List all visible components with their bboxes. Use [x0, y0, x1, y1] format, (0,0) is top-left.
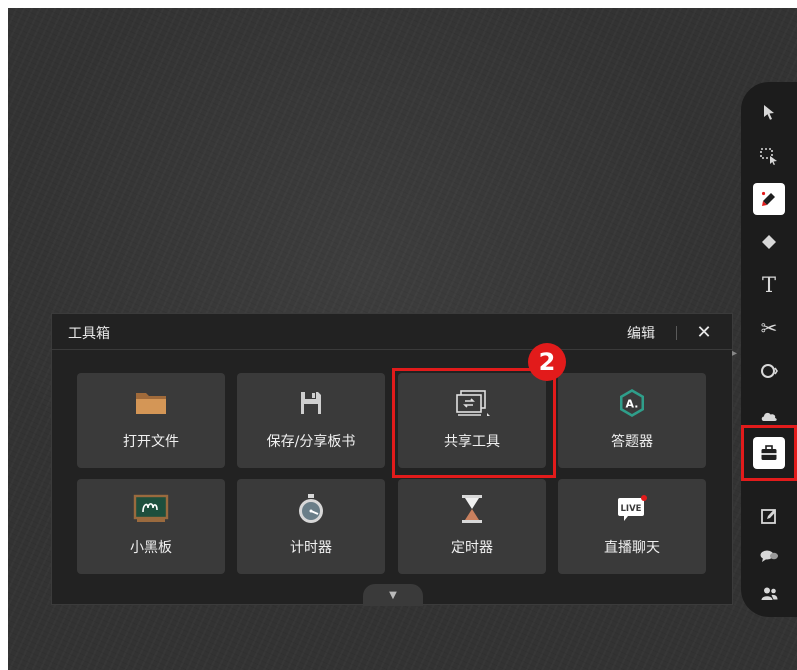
edit-button[interactable]: 编辑	[627, 323, 655, 343]
shapes-icon	[761, 364, 778, 378]
collapse-panel-button[interactable]: ▼	[363, 584, 423, 606]
live-icon: LIVE	[618, 495, 647, 521]
toolbox-panel: 工具箱 编辑 ✕ ▸ 打开文件 保存/分享板书 共享工具 A. 答题器 小黑板 …	[51, 313, 737, 606]
answer-badge-text: A.	[626, 398, 639, 411]
floppy-icon	[301, 392, 321, 414]
share-tool-highlight-box	[392, 368, 556, 478]
panel-arrow-icon: ▸	[732, 348, 738, 359]
header-divider	[676, 326, 677, 340]
tile-answer[interactable]: A. 答题器	[558, 373, 706, 468]
chevron-down-icon: ▼	[389, 589, 397, 601]
eraser-button[interactable]	[753, 226, 785, 258]
users-icon	[761, 587, 778, 600]
edit-note-icon	[761, 509, 776, 524]
blackboard-icon	[133, 494, 169, 522]
tile-label: 计时器	[290, 540, 332, 556]
tile-label: 保存/分享板书	[266, 434, 356, 450]
answer-badge-icon: A.	[620, 389, 644, 417]
cut-button[interactable]: ✂	[753, 312, 785, 344]
pointer-icon	[764, 105, 774, 120]
edit-note-button[interactable]	[753, 500, 785, 532]
tile-label: 小黑板	[130, 540, 172, 556]
tile-label: 答题器	[611, 434, 653, 450]
tile-label: 打开文件	[123, 434, 179, 450]
area-select-button[interactable]	[753, 140, 785, 172]
toolbox-highlight-box	[741, 425, 797, 481]
marquee-select-icon	[760, 148, 777, 165]
close-icon[interactable]: ✕	[692, 320, 716, 344]
folder-icon	[136, 393, 166, 414]
pen-button[interactable]	[753, 183, 785, 215]
tile-live-chat[interactable]: LIVE 直播聊天	[558, 479, 706, 574]
tile-label: 定时器	[451, 540, 493, 556]
text-icon: T	[761, 272, 776, 297]
shapes-button[interactable]	[753, 355, 785, 387]
tile-stopwatch[interactable]: 计时器	[237, 479, 385, 574]
chat-bubbles-icon	[760, 550, 778, 562]
tile-open-file[interactable]: 打开文件	[77, 373, 225, 468]
scissors-icon: ✂	[760, 316, 778, 340]
tile-save-share[interactable]: 保存/分享板书	[237, 373, 385, 468]
tile-blackboard[interactable]: 小黑板	[77, 479, 225, 574]
toolbox-title: 工具箱	[68, 326, 110, 342]
right-toolbar: T ✂	[741, 82, 797, 617]
text-button[interactable]: T	[753, 269, 785, 301]
chat-button[interactable]	[753, 540, 785, 572]
select-arrow-button[interactable]	[753, 96, 785, 128]
cloud-icon	[761, 412, 777, 421]
live-badge-text: LIVE	[621, 504, 642, 514]
eraser-icon	[762, 235, 776, 249]
tile-label: 直播聊天	[604, 540, 660, 556]
tile-timer[interactable]: 定时器	[398, 479, 546, 574]
pen-icon	[761, 191, 775, 206]
users-button[interactable]	[753, 578, 785, 610]
hourglass-icon	[462, 495, 482, 523]
toolbox-panel-header: 工具箱 编辑 ✕	[52, 314, 732, 350]
step-number-badge: 2	[528, 343, 566, 381]
stopwatch-icon	[299, 494, 323, 523]
